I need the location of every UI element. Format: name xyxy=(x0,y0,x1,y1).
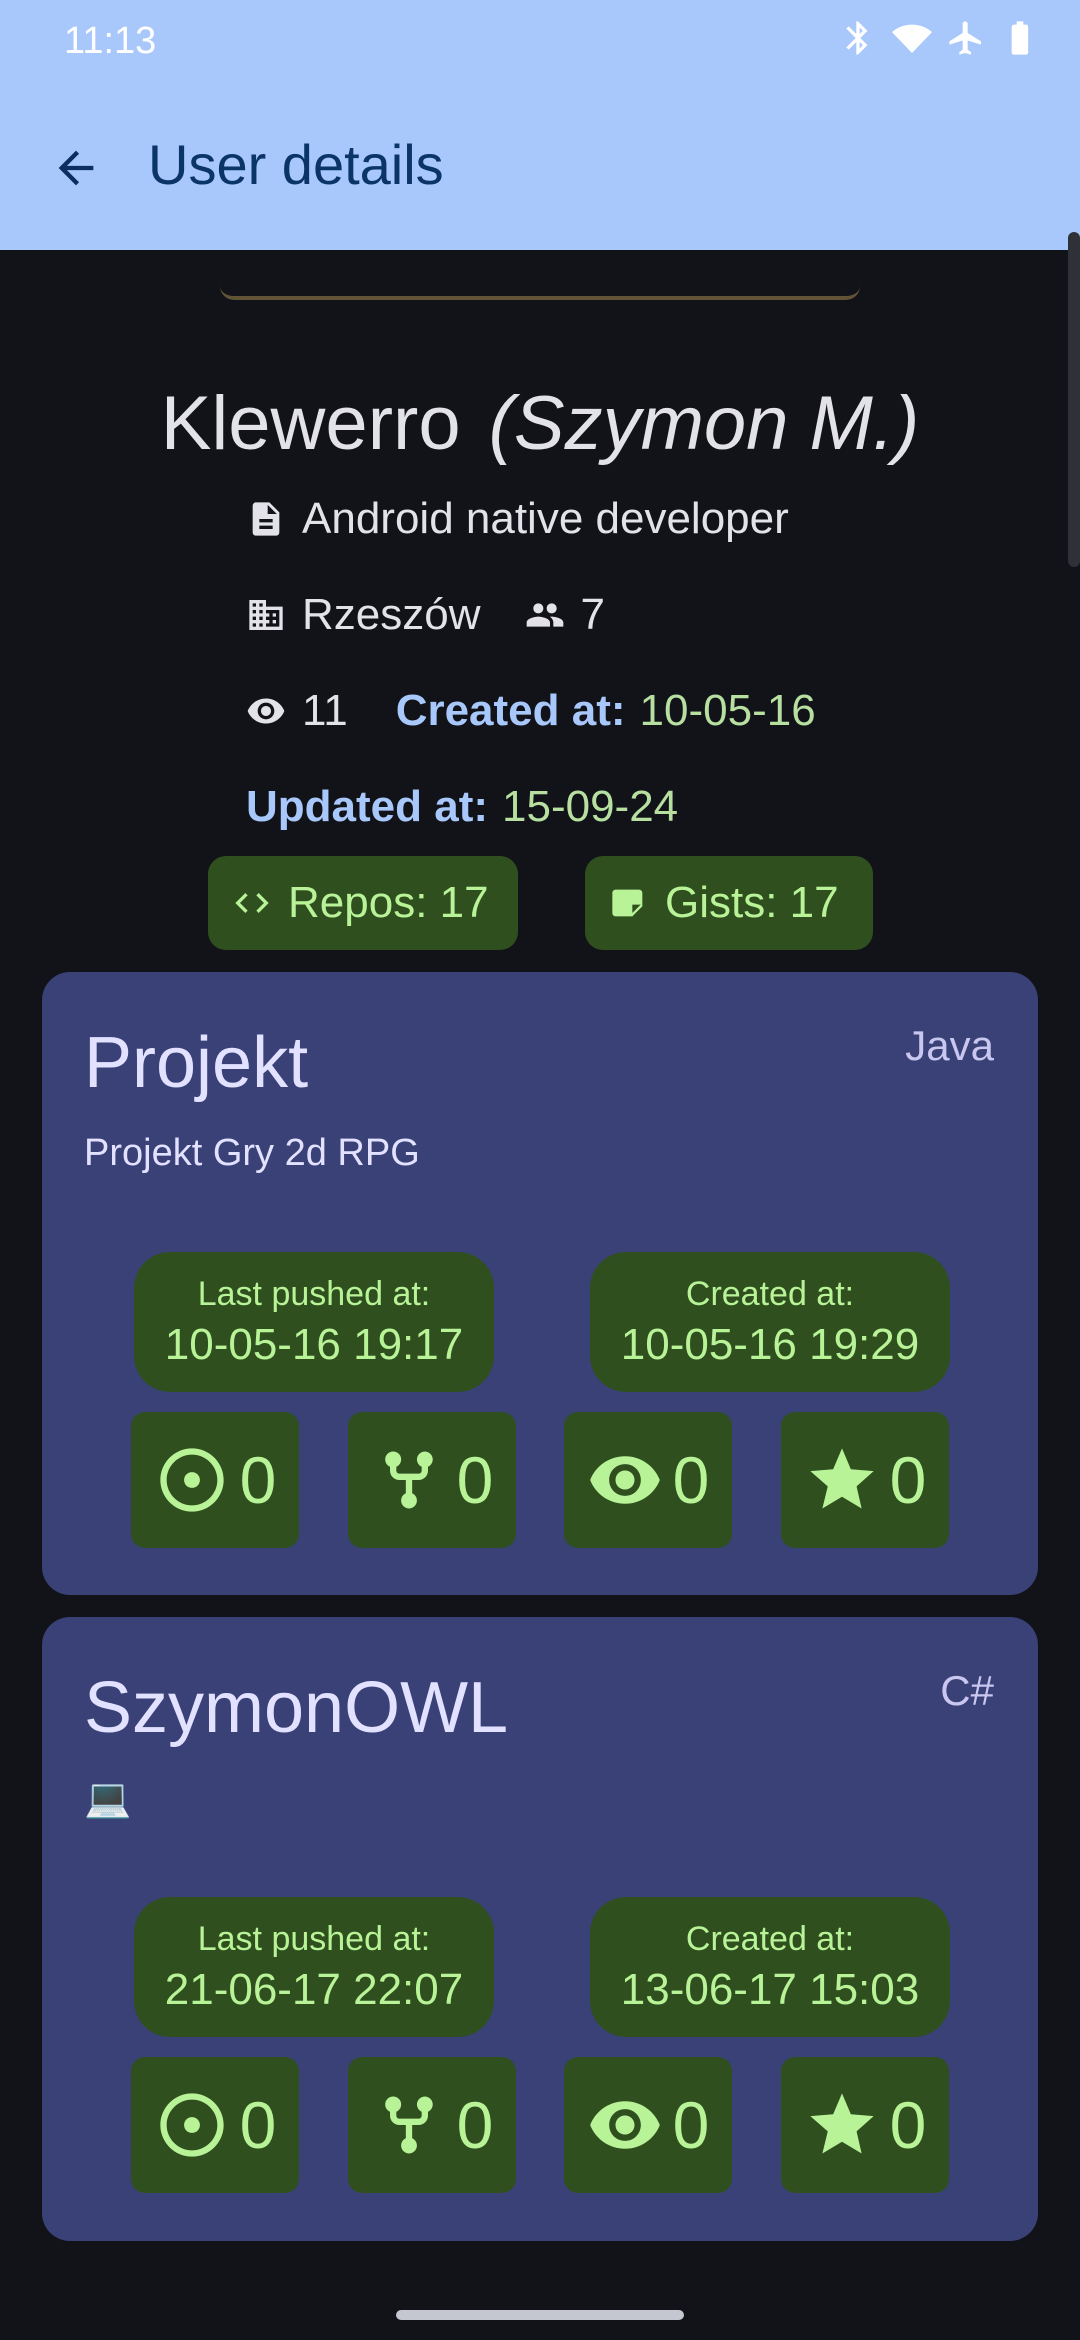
repo-created-value: 10-05-16 19:29 xyxy=(620,1319,920,1369)
eye-icon xyxy=(589,2101,660,2149)
repos-chip-label: Repos: 17 xyxy=(288,878,489,927)
last-pushed-label: Last pushed at: xyxy=(197,1919,431,1958)
following-created-row: 11 Created at: 10-05-16 xyxy=(246,686,816,736)
top-app-bar: 11:13 User details xyxy=(0,0,1080,250)
issues-count: 0 xyxy=(239,2088,277,2162)
user-real-name: (Szymon M.) xyxy=(488,381,920,466)
last-pushed-label: Last pushed at: xyxy=(197,1274,431,1313)
user-bio: Android native developer xyxy=(302,494,789,543)
last-pushed-box: Last pushed at: 21-06-17 22:07 xyxy=(134,1897,494,2037)
created-box: Created at: 10-05-16 19:29 xyxy=(590,1252,950,1392)
issue-icon xyxy=(159,1448,224,1512)
bluetooth-icon xyxy=(846,21,868,55)
bio-row: Android native developer xyxy=(246,494,789,544)
watchers-stat: 0 xyxy=(564,2057,732,2193)
repo-language: Java xyxy=(905,1022,994,1069)
updated-at-label: Updated at: xyxy=(246,782,488,831)
last-pushed-box: Last pushed at: 10-05-16 19:17 xyxy=(134,1252,494,1392)
updated-row: Updated at: 15-09-24 xyxy=(246,782,678,832)
airplane-icon xyxy=(949,21,981,55)
avatar-image xyxy=(220,286,860,300)
stars-stat: 0 xyxy=(781,1412,949,1548)
watchers-count: 0 xyxy=(672,1443,710,1517)
repo-created-value: 13-06-17 15:03 xyxy=(620,1964,920,2014)
user-location: Rzeszów xyxy=(302,590,481,639)
eye-icon xyxy=(247,698,285,724)
gists-chip[interactable]: Gists: 17 xyxy=(585,856,873,950)
stars-count: 0 xyxy=(889,1443,927,1517)
issues-stat: 0 xyxy=(131,2057,299,2193)
repo-card[interactable]: Projekt Java Projekt Gry 2d RPG Last pus… xyxy=(42,972,1038,1595)
eye-icon xyxy=(589,1456,660,1504)
back-button[interactable] xyxy=(44,136,108,200)
repo-card[interactable]: SzymonOWL C# 💻 Last pushed at: 21-06-17 … xyxy=(42,1617,1038,2241)
following-count: 11 xyxy=(302,686,348,735)
issue-icon xyxy=(159,2093,224,2157)
followers-count: 7 xyxy=(580,590,605,639)
stars-count: 0 xyxy=(889,2088,927,2162)
location-followers-row: Rzeszów 7 xyxy=(246,590,605,640)
watchers-stat: 0 xyxy=(564,1412,732,1548)
repo-language: C# xyxy=(940,1667,994,1714)
sticky-note-icon xyxy=(612,889,643,917)
repo-description: Projekt Gry 2d RPG xyxy=(84,1132,420,1174)
repo-name: SzymonOWL xyxy=(84,1668,509,1748)
code-icon xyxy=(235,893,269,913)
repos-chip[interactable]: Repos: 17 xyxy=(208,856,518,950)
forks-count: 0 xyxy=(456,1443,494,1517)
forks-count: 0 xyxy=(456,2088,494,2162)
star-icon xyxy=(809,2093,874,2154)
fork-icon xyxy=(384,1451,433,1509)
page-title: User details xyxy=(148,133,444,196)
stars-stat: 0 xyxy=(781,2057,949,2193)
issues-stat: 0 xyxy=(131,1412,299,1548)
forks-stat: 0 xyxy=(348,2057,516,2193)
issues-count: 0 xyxy=(239,1443,277,1517)
last-pushed-value: 21-06-17 22:07 xyxy=(164,1964,464,2014)
status-icons xyxy=(838,18,1040,58)
user-login: Klewerro xyxy=(160,381,461,466)
gesture-handle[interactable] xyxy=(396,2310,684,2320)
watchers-count: 0 xyxy=(672,2088,710,2162)
description-icon xyxy=(252,502,280,536)
repo-name: Projekt xyxy=(84,1023,309,1103)
repo-created-label: Created at: xyxy=(685,1274,855,1313)
repo-description: 💻 xyxy=(84,1778,132,1820)
status-time: 11:13 xyxy=(64,20,157,62)
people-icon xyxy=(526,603,563,627)
fork-icon xyxy=(384,2096,433,2154)
gists-chip-label: Gists: 17 xyxy=(665,878,839,927)
updated-at-value: 15-09-24 xyxy=(502,782,679,831)
star-icon xyxy=(809,1448,874,1509)
arrow-back-icon xyxy=(58,150,94,186)
repo-created-label: Created at: xyxy=(685,1919,855,1958)
created-at-value: 10-05-16 xyxy=(639,686,816,735)
building-icon xyxy=(249,600,283,630)
user-name-row: Klewerro (Szymon M.) xyxy=(0,380,1080,467)
created-at-label: Created at: xyxy=(395,686,626,735)
wifi-icon xyxy=(892,24,932,53)
battery-icon xyxy=(1011,21,1029,55)
last-pushed-value: 10-05-16 19:17 xyxy=(164,1319,464,1369)
created-box: Created at: 13-06-17 15:03 xyxy=(590,1897,950,2037)
forks-stat: 0 xyxy=(348,1412,516,1548)
